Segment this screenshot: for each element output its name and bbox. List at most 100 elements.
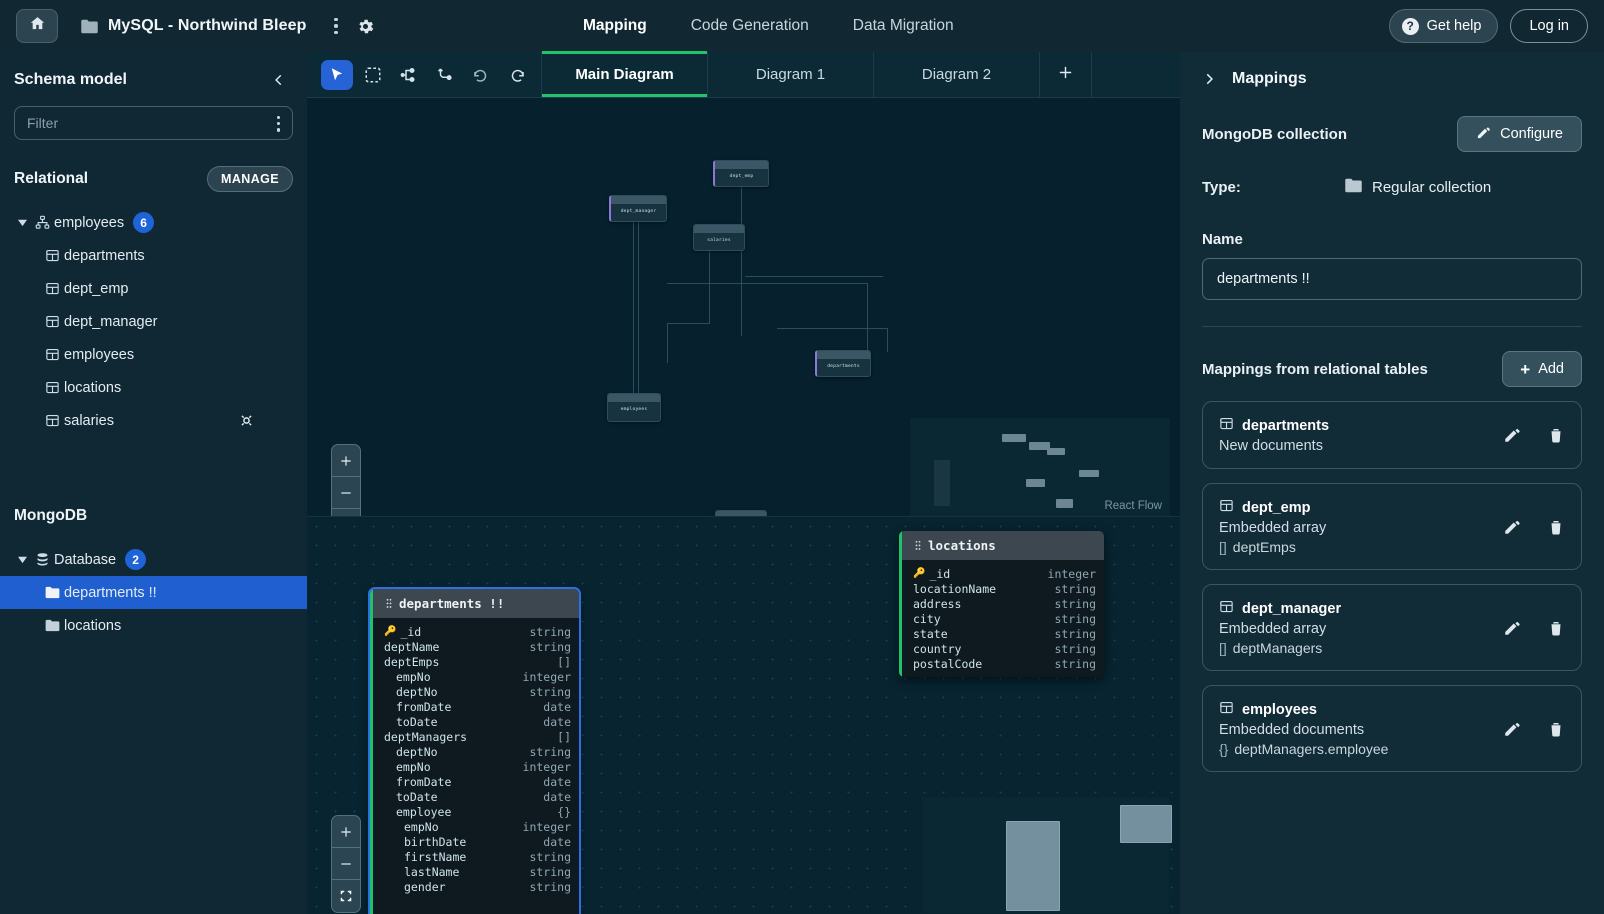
- tab-main-diagram[interactable]: Main Diagram: [542, 51, 708, 97]
- sidebar-table-dept-emp[interactable]: dept_emp: [0, 272, 307, 305]
- relational-diagram-canvas[interactable]: dept_emp dept_manager salaries departmen…: [307, 98, 1180, 516]
- filter-input[interactable]: [14, 106, 293, 140]
- drag-handle-icon[interactable]: [386, 598, 392, 609]
- primary-key-icon: 🔑: [913, 568, 926, 579]
- auto-layout-tool[interactable]: [393, 60, 425, 90]
- manage-button[interactable]: MANAGE: [207, 166, 293, 192]
- relational-count-badge: 6: [133, 212, 155, 233]
- add-diagram-button[interactable]: [1040, 52, 1092, 97]
- home-button[interactable]: [16, 9, 58, 43]
- mapping-card-departments[interactable]: departments New documents: [1202, 401, 1582, 469]
- schema-node-departments[interactable]: departments !! 🔑 _id string deptName string…: [368, 587, 581, 914]
- diagram-node-employees[interactable]: employees: [607, 393, 661, 422]
- sidebar-table-locations[interactable]: locations: [0, 371, 307, 404]
- mapping-card-employees[interactable]: employees Embedded documents {} deptMana…: [1202, 685, 1582, 772]
- unlink-icon[interactable]: [238, 412, 255, 429]
- project-breadcrumb[interactable]: MySQL - Northwind Bleep: [80, 17, 306, 35]
- zoom-out-button[interactable]: [332, 477, 360, 509]
- sidebar-collection-departments[interactable]: departments !!: [0, 576, 307, 609]
- sidebar-header: Schema model: [0, 52, 307, 90]
- tree-root-database[interactable]: Database 2: [0, 543, 307, 576]
- mapping-path-value: deptEmps: [1232, 539, 1296, 555]
- schema-field-row: fromDate date: [370, 774, 579, 789]
- pointer-tool[interactable]: [321, 59, 353, 90]
- table-icon: [40, 281, 64, 296]
- configure-label: Configure: [1500, 126, 1563, 142]
- collection-name-input[interactable]: [1202, 258, 1582, 300]
- tab-diagram-1[interactable]: Diagram 1: [708, 52, 874, 97]
- zoom-out-button[interactable]: [332, 848, 360, 880]
- edit-mapping-button[interactable]: [1503, 720, 1521, 738]
- canvas-bottom-minimap[interactable]: [922, 797, 1172, 913]
- fit-view-button[interactable]: [332, 880, 360, 912]
- schema-node-title[interactable]: departments !!: [370, 589, 579, 618]
- schema-node-title-label: locations: [928, 538, 996, 553]
- log-in-button[interactable]: Log in: [1510, 9, 1588, 43]
- edit-mapping-button[interactable]: [1503, 619, 1521, 637]
- more-vertical-icon[interactable]: [330, 14, 341, 38]
- sidebar-table-label: dept_manager: [64, 313, 158, 330]
- schema-field-row: 🔑 _id string: [370, 624, 579, 639]
- caret-down-icon[interactable]: [14, 555, 30, 564]
- field-type: string: [529, 864, 571, 879]
- schema-node-title[interactable]: locations: [899, 531, 1104, 560]
- drag-handle-icon[interactable]: [915, 540, 921, 551]
- field-name: country: [913, 641, 962, 656]
- fit-view-button[interactable]: [332, 509, 360, 516]
- diagram-node-salaries[interactable]: salaries: [693, 224, 745, 251]
- table-icon: [1219, 416, 1234, 435]
- diagram-node-departments[interactable]: departments: [815, 350, 871, 377]
- field-name: deptManagers: [384, 729, 468, 744]
- add-mapping-button[interactable]: + Add: [1502, 351, 1582, 387]
- nav-mapping[interactable]: Mapping: [583, 17, 647, 35]
- chevron-right-icon[interactable]: [1202, 72, 1216, 86]
- tree-root-employees[interactable]: employees 6: [0, 206, 307, 239]
- caret-down-icon[interactable]: [14, 218, 30, 227]
- field-type: string: [529, 684, 571, 699]
- top-bar: MySQL - Northwind Bleep Mapping Code Gen…: [0, 0, 1604, 52]
- edit-mapping-button[interactable]: [1503, 518, 1521, 536]
- field-name: _id: [929, 566, 951, 581]
- sidebar-collection-locations[interactable]: locations: [0, 609, 307, 642]
- delete-mapping-button[interactable]: [1547, 619, 1565, 637]
- diagram-edge: [633, 221, 634, 393]
- mapping-card-info: departments New documents: [1219, 416, 1329, 455]
- sidebar-table-dept-manager[interactable]: dept_manager: [0, 305, 307, 338]
- edit-mapping-button[interactable]: [1503, 426, 1521, 444]
- zoom-in-button[interactable]: [332, 816, 360, 848]
- mapping-card-info: employees Embedded documents {} deptMana…: [1219, 700, 1388, 758]
- get-help-button[interactable]: ? Get help: [1388, 9, 1499, 43]
- sidebar-table-employees[interactable]: employees: [0, 338, 307, 371]
- delete-mapping-button[interactable]: [1547, 720, 1565, 738]
- schema-field-row: gender string: [370, 879, 579, 894]
- filter-options-icon[interactable]: [274, 113, 283, 135]
- diagram-node-dept-manager[interactable]: dept_manager: [609, 195, 667, 222]
- diagram-node-dept-emp[interactable]: dept_emp: [713, 160, 769, 187]
- mapping-card-dept-emp[interactable]: dept_emp Embedded array [] deptEmps: [1202, 483, 1582, 570]
- mongodb-diagram-canvas[interactable]: departments !! 🔑 _id string deptName string…: [307, 516, 1180, 914]
- field-name: toDate: [396, 714, 438, 729]
- delete-mapping-button[interactable]: [1547, 426, 1565, 444]
- tab-diagram-2[interactable]: Diagram 2: [874, 52, 1040, 97]
- field-type: string: [529, 849, 571, 864]
- diagram-edge: [745, 276, 883, 277]
- undo-tool[interactable]: [465, 60, 497, 90]
- sidebar-table-departments[interactable]: departments: [0, 239, 307, 272]
- configure-button[interactable]: Configure: [1457, 116, 1582, 152]
- nav-data-migration[interactable]: Data Migration: [853, 17, 954, 35]
- marquee-select-tool[interactable]: [357, 60, 389, 90]
- edge-tool[interactable]: [429, 60, 461, 90]
- canvas-top-minimap[interactable]: React Flow: [910, 418, 1170, 516]
- folder-icon: [80, 19, 99, 34]
- sidebar-table-salaries[interactable]: salaries: [0, 404, 307, 437]
- schema-field-row: deptEmps []: [370, 654, 579, 669]
- chevron-left-icon[interactable]: [269, 70, 289, 90]
- schema-field-row: deptNo string: [370, 744, 579, 759]
- schema-node-locations[interactable]: locations 🔑 _id integer locationName string…: [899, 531, 1104, 677]
- delete-mapping-button[interactable]: [1547, 518, 1565, 536]
- nav-code-generation[interactable]: Code Generation: [691, 17, 809, 35]
- mapping-card-dept-manager[interactable]: dept_manager Embedded array [] deptManag…: [1202, 584, 1582, 671]
- gear-icon[interactable]: [356, 17, 375, 36]
- zoom-in-button[interactable]: [332, 445, 360, 477]
- redo-tool[interactable]: [501, 60, 533, 90]
